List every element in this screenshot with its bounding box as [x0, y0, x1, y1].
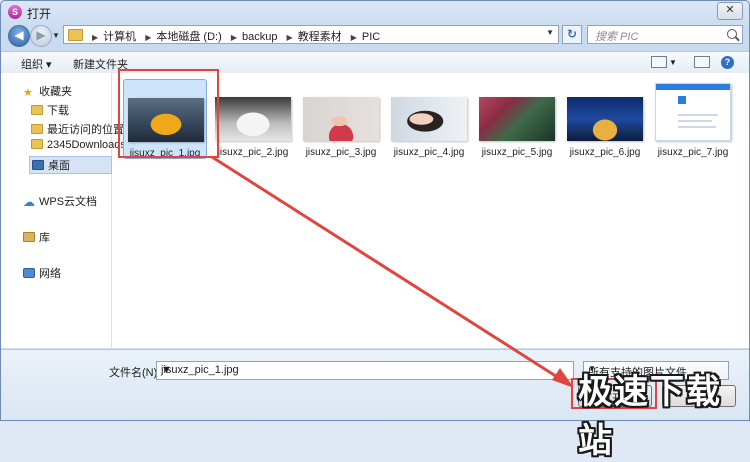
annotation-arrow: [211, 155, 574, 388]
watermark-logo: 极速下载站: [578, 372, 722, 461]
